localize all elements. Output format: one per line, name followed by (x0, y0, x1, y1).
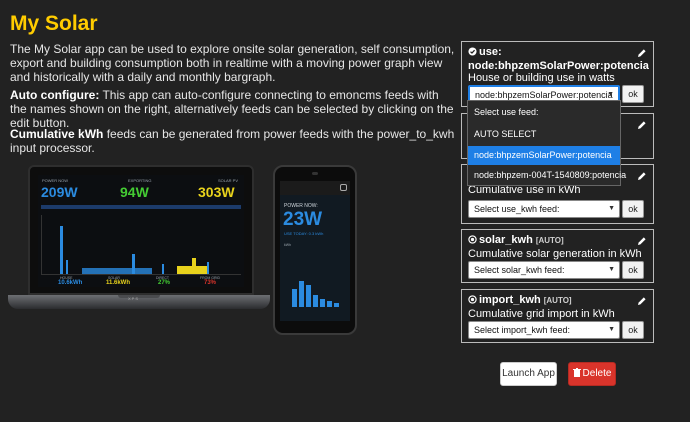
feed-select-use-kwh-value: Select use_kwh feed: (474, 204, 560, 214)
ok-button-solar-kwh[interactable]: ok (622, 261, 644, 279)
laptop-base: XPS (8, 295, 270, 309)
ok-button-use[interactable]: ok (622, 85, 644, 103)
graph-spike (60, 226, 63, 274)
laptop-solar-pv-label: SOLAR PV (218, 178, 239, 183)
chevron-down-icon: ▼ (608, 266, 615, 273)
feed-select-use-value: node:bhpzemSolarPower:potencia (475, 90, 613, 100)
phone-bar (306, 285, 311, 307)
phone-power-value: 23W (283, 209, 323, 230)
feed-title-use: use: (468, 46, 502, 58)
graph-use-area (82, 268, 152, 274)
feed-name-use: use: (479, 46, 502, 58)
pencil-icon[interactable] (637, 120, 647, 130)
feed-desc-use: House or building use in watts (468, 72, 615, 84)
feed-panel-import-kwh: import_kwh [AUTO] Cumulative grid import … (461, 289, 654, 343)
auto-badge: [AUTO] (535, 236, 564, 245)
phone-camera (312, 172, 318, 175)
cumulative-text: Cumulative kWh feeds can be generated fr… (10, 127, 455, 155)
feed-panel-use: use: node:bhpzemSolarPower:potencia Hous… (461, 41, 654, 107)
dropdown-option-selected[interactable]: node:bhpzemSolarPower:potencia (468, 146, 620, 165)
delete-button[interactable]: Delete (568, 362, 616, 386)
laptop-toolbar (41, 205, 241, 209)
feed-desc-import-kwh: Cumulative grid import in kWh (468, 308, 615, 320)
laptop-exporting-label: EXPORTING (128, 178, 152, 183)
graph-spike (66, 260, 68, 274)
phone-illustration: POWER NOW: 23W USE TODAY: 0.3 kWh kWh (273, 165, 357, 335)
feed-select-import-kwh-value: Select import_kwh feed: (474, 325, 571, 335)
ok-button-import-kwh[interactable]: ok (622, 321, 644, 339)
laptop-stat-value: 73% (204, 280, 217, 286)
feed-panel-solar-kwh: solar_kwh [AUTO] Cumulative solar generat… (461, 229, 654, 283)
page-title: My Solar (10, 12, 98, 35)
radio-dot-icon (468, 295, 477, 304)
feed-select-solar-kwh-value: Select solar_kwh feed: (474, 265, 565, 275)
laptop-export-value: 94W (120, 184, 149, 200)
graph-spike (132, 254, 135, 274)
pencil-icon[interactable] (637, 48, 647, 58)
feed-select-solar-kwh[interactable]: Select solar_kwh feed: ▼ (468, 261, 620, 279)
feed-desc-solar-kwh: Cumulative solar generation in kWh (468, 248, 642, 260)
laptop-power-graph (41, 215, 241, 275)
laptop-screen: POWER NOW EXPORTING SOLAR PV 209W 94W 30… (38, 175, 244, 287)
laptop-illustration: POWER NOW EXPORTING SOLAR PV 209W 94W 30… (8, 165, 270, 345)
pencil-icon[interactable] (637, 296, 647, 306)
dropdown-option-auto-select[interactable]: AUTO SELECT (468, 125, 620, 144)
autoconfig-label: Auto configure: (10, 88, 100, 102)
phone-bar (334, 303, 339, 307)
feed-select-import-kwh[interactable]: Select import_kwh feed: ▼ (468, 321, 620, 339)
phone-screen: POWER NOW: 23W USE TODAY: 0.3 kWh kWh (280, 181, 350, 321)
feed-name-solar-kwh: solar_kwh (479, 234, 533, 246)
chevron-down-icon: ▼ (608, 205, 615, 212)
feed-title-solar-kwh: solar_kwh [AUTO] (468, 234, 564, 246)
laptop-brand: XPS (128, 296, 140, 301)
laptop-stat-value: 11.6kWh (106, 280, 131, 286)
cumulative-label: Cumulative kWh (10, 127, 104, 141)
phone-use-today: USE TODAY: 0.3 kWh (284, 231, 324, 236)
check-circle-icon (468, 47, 477, 56)
pencil-icon[interactable] (637, 171, 647, 181)
phone-menu-icon (340, 184, 347, 191)
radio-dot-icon (468, 235, 477, 244)
feed-select-use-kwh[interactable]: Select use_kwh feed: ▼ (468, 200, 620, 218)
feed-dropdown-menu: Select use feed: AUTO SELECT node:bhpzem… (467, 100, 626, 186)
graph-spike (162, 264, 164, 274)
laptop-stat-value: 10.6kWh (58, 280, 83, 286)
laptop-lid: POWER NOW EXPORTING SOLAR PV 209W 94W 30… (28, 165, 254, 295)
chevron-down-icon: ▼ (608, 326, 615, 333)
feed-name-import-kwh: import_kwh (479, 294, 541, 306)
laptop-stat-value: 27% (158, 280, 171, 286)
phone-topbar (280, 181, 350, 195)
pencil-icon[interactable] (637, 236, 647, 246)
phone-bar (292, 289, 297, 307)
feed-title-import-kwh: import_kwh [AUTO] (468, 294, 572, 306)
phone-bar (299, 281, 304, 307)
laptop-use-value: 209W (41, 184, 78, 200)
laptop-solar-value: 303W (198, 184, 235, 200)
delete-button-label: Delete (582, 368, 612, 379)
phone-bar (327, 301, 332, 307)
phone-kwh-label: kWh (284, 243, 291, 247)
graph-solar-peak (192, 258, 196, 274)
launch-app-button[interactable]: Launch App (500, 362, 557, 386)
trash-icon (572, 368, 581, 377)
dropdown-option[interactable]: node:bhpzem-004T-1540809:potencia (468, 166, 626, 185)
phone-bar (313, 295, 318, 307)
graph-spike (207, 262, 209, 274)
ok-button-use-kwh[interactable]: ok (622, 200, 644, 218)
intro-text: The My Solar app can be used to explore … (10, 42, 455, 84)
auto-badge: [AUTO] (543, 296, 572, 305)
feed-current-use: node:bhpzemSolarPower:potencia (468, 60, 649, 72)
laptop-power-now-label: POWER NOW (42, 178, 68, 183)
autoconfig-text: Auto configure: This app can auto-config… (10, 88, 455, 130)
dropdown-option-placeholder[interactable]: Select use feed: (468, 103, 620, 122)
phone-bar (320, 299, 325, 307)
